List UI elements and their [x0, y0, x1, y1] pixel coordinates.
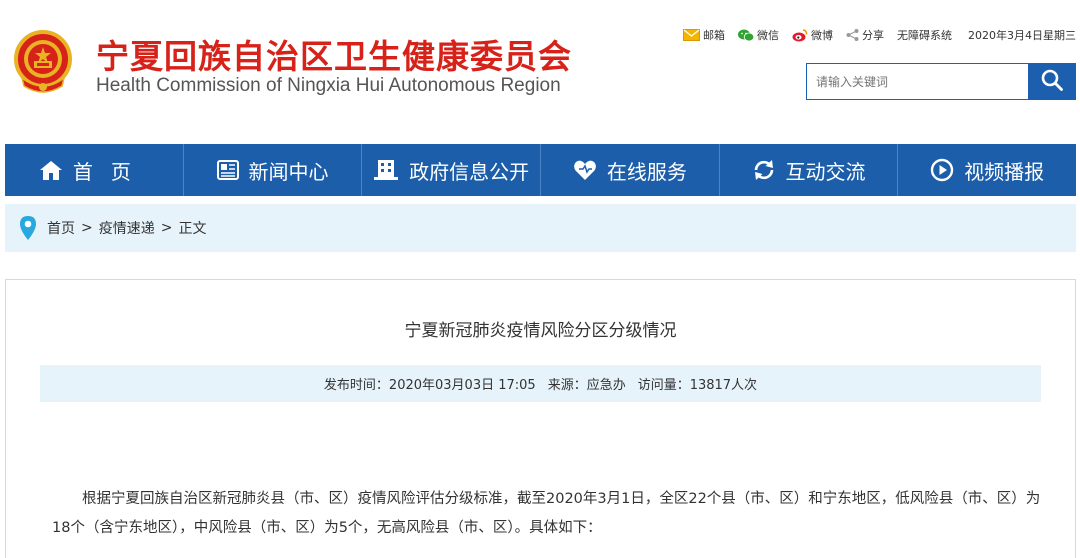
building-icon: [373, 159, 399, 181]
current-date: 2020年3月4日星期三: [968, 29, 1076, 42]
site-title-cn[interactable]: 宁夏回族自治区卫生健康委员会: [96, 30, 572, 78]
search-input[interactable]: [806, 63, 1028, 100]
breadcrumb-current: 正文: [178, 221, 207, 237]
breadcrumb-separator: >: [81, 220, 93, 236]
search-button[interactable]: [1028, 63, 1076, 100]
share-link[interactable]: 分享: [846, 27, 884, 43]
main-nav: 首页 新闻中心 政府信息公开 在线服务 互动交流 视频播报: [5, 144, 1076, 196]
nav-label-interaction: 互动交流: [785, 159, 866, 184]
article-container: 宁夏新冠肺炎疫情风险分区分级情况 发布时间：2020年03月03日 17:05 …: [5, 279, 1076, 558]
nav-label-gov-info: 政府信息公开: [409, 159, 530, 184]
breadcrumb-home[interactable]: 首页: [47, 218, 75, 238]
location-pin-icon: [19, 215, 37, 241]
news-icon: [216, 160, 239, 180]
mail-link[interactable]: 邮箱: [683, 27, 725, 43]
nav-item-news[interactable]: 新闻中心: [184, 144, 363, 196]
nav-item-home[interactable]: 首页: [5, 144, 184, 196]
breadcrumb-category[interactable]: 疫情速递: [99, 218, 155, 238]
home-icon: [39, 159, 63, 181]
nav-item-gov-info[interactable]: 政府信息公开: [362, 144, 542, 196]
wechat-icon: [738, 29, 754, 42]
mail-icon: [683, 29, 700, 41]
heart-icon: [573, 159, 597, 181]
accessibility-link[interactable]: 无障碍系统: [897, 27, 952, 43]
play-icon: [930, 158, 954, 182]
refresh-icon: [752, 158, 776, 182]
article-title: 宁夏新冠肺炎疫情风险分区分级情况: [404, 321, 677, 341]
breadcrumb: 首页 > 疫情速递 > 正文: [5, 204, 1076, 252]
weibo-label: 微博: [811, 29, 833, 42]
mail-label: 邮箱: [703, 29, 725, 42]
nav-label-video: 视频播报: [964, 159, 1045, 184]
top-links-bar: 邮箱 微信 微博 分享 无障碍系统 2020年3月4日星期三: [670, 27, 1076, 43]
wechat-link[interactable]: 微信: [738, 27, 779, 43]
share-icon: [846, 29, 859, 41]
nav-item-video[interactable]: 视频播报: [898, 144, 1076, 196]
nav-label-online-service: 在线服务: [606, 159, 687, 184]
article-meta: 发布时间：2020年03月03日 17:05 来源：应急办 访问量：13817人…: [40, 365, 1041, 402]
publish-time: 发布时间：2020年03月03日 17:05: [323, 378, 536, 393]
article-source: 来源：应急办: [547, 378, 626, 393]
view-count: 访问量：13817人次: [637, 378, 758, 393]
weibo-link[interactable]: 微博: [792, 27, 833, 43]
search-icon: [1040, 68, 1064, 96]
nav-item-online-service[interactable]: 在线服务: [541, 144, 720, 196]
breadcrumb-separator: >: [160, 220, 173, 236]
nav-label-home: 首页: [72, 159, 149, 184]
search-box: [806, 63, 1076, 100]
nav-label-news: 新闻中心: [248, 159, 329, 184]
article-body: 根据宁夏回族自治区新冠肺炎县（市、区）疫情风险评估分级标准，截至2020年3月1…: [52, 491, 1041, 536]
site-header: 宁夏回族自治区卫生健康委员会 Health Commission of Ning…: [0, 0, 1080, 140]
national-emblem-icon[interactable]: [12, 28, 74, 96]
share-label: 分享: [862, 29, 884, 42]
nav-item-interaction[interactable]: 互动交流: [720, 144, 899, 196]
weibo-icon: [792, 28, 808, 42]
site-title-en[interactable]: Health Commission of Ningxia Hui Autonom…: [96, 75, 561, 97]
wechat-label: 微信: [757, 29, 779, 42]
